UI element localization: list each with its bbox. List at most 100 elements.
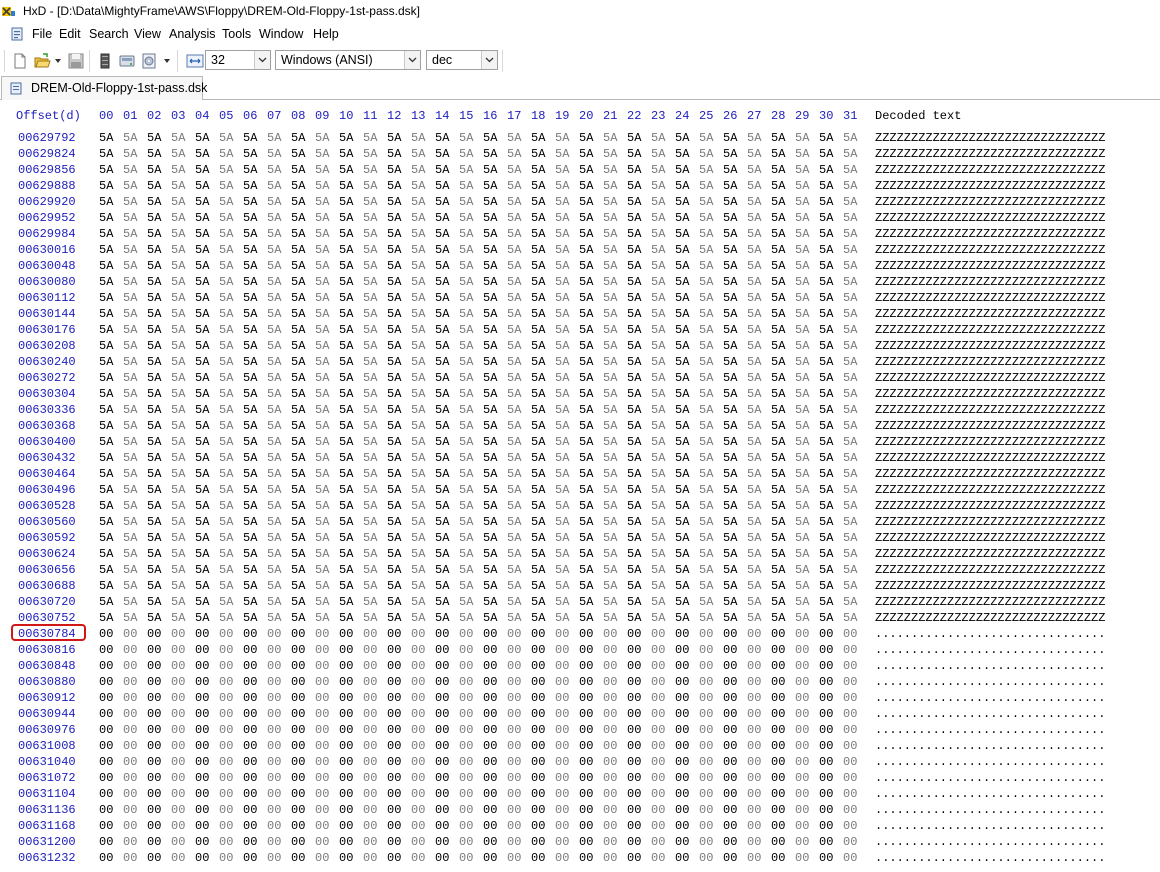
- hex-byte[interactable]: 5A: [195, 146, 209, 162]
- hex-byte[interactable]: 00: [531, 834, 545, 850]
- hex-byte[interactable]: 5A: [99, 594, 113, 610]
- hex-byte[interactable]: 5A: [771, 546, 785, 562]
- hex-byte[interactable]: 00: [699, 802, 713, 818]
- hex-byte[interactable]: 5A: [651, 258, 665, 274]
- hex-byte[interactable]: 5A: [723, 210, 737, 226]
- hex-byte[interactable]: 5A: [579, 434, 593, 450]
- hex-byte[interactable]: 00: [435, 642, 449, 658]
- hex-byte[interactable]: 5A: [555, 386, 569, 402]
- hex-byte[interactable]: 00: [123, 690, 137, 706]
- hex-byte[interactable]: 5A: [651, 450, 665, 466]
- hex-byte[interactable]: 00: [651, 834, 665, 850]
- hex-byte[interactable]: 5A: [723, 242, 737, 258]
- hex-byte[interactable]: 00: [723, 738, 737, 754]
- hex-byte[interactable]: 5A: [195, 530, 209, 546]
- hex-byte[interactable]: 5A: [603, 290, 617, 306]
- hex-byte[interactable]: 5A: [123, 514, 137, 530]
- hex-row[interactable]: 00630080 5A 5A 5A 5A 5A 5A 5A 5A 5A 5A 5A 5A 5A 5A 5A 5A…: [0, 274, 1160, 290]
- hex-byte[interactable]: 00: [579, 802, 593, 818]
- hex-byte[interactable]: 5A: [483, 562, 497, 578]
- hex-byte[interactable]: 00: [339, 818, 353, 834]
- hex-byte[interactable]: 5A: [171, 178, 185, 194]
- hex-byte[interactable]: 5A: [387, 546, 401, 562]
- hex-byte[interactable]: 5A: [627, 498, 641, 514]
- hex-byte[interactable]: 5A: [579, 578, 593, 594]
- hex-byte[interactable]: 5A: [459, 130, 473, 146]
- hex-byte[interactable]: 5A: [579, 306, 593, 322]
- hex-byte[interactable]: 5A: [267, 242, 281, 258]
- hex-byte[interactable]: 00: [171, 642, 185, 658]
- hex-byte[interactable]: 5A: [387, 402, 401, 418]
- hex-byte[interactable]: 5A: [843, 466, 857, 482]
- hex-byte[interactable]: 5A: [339, 562, 353, 578]
- hex-byte[interactable]: 5A: [195, 402, 209, 418]
- hex-byte[interactable]: 00: [411, 770, 425, 786]
- hex-byte[interactable]: 00: [627, 754, 641, 770]
- hex-byte[interactable]: 5A: [579, 498, 593, 514]
- hex-byte[interactable]: 5A: [411, 242, 425, 258]
- hex-byte[interactable]: 5A: [771, 514, 785, 530]
- hex-byte[interactable]: 5A: [531, 402, 545, 418]
- open-file-icon[interactable]: [33, 52, 51, 70]
- hex-byte[interactable]: 00: [747, 786, 761, 802]
- hex-byte[interactable]: 5A: [579, 530, 593, 546]
- hex-byte[interactable]: 5A: [267, 370, 281, 386]
- hex-byte[interactable]: 00: [603, 786, 617, 802]
- hex-byte[interactable]: 5A: [459, 514, 473, 530]
- hex-byte[interactable]: 5A: [147, 322, 161, 338]
- hex-byte[interactable]: 5A: [267, 466, 281, 482]
- hex-byte[interactable]: 5A: [699, 514, 713, 530]
- hex-byte[interactable]: 00: [435, 786, 449, 802]
- hex-byte[interactable]: 5A: [243, 610, 257, 626]
- hex-byte[interactable]: 00: [627, 674, 641, 690]
- hex-byte[interactable]: 00: [243, 722, 257, 738]
- hex-byte[interactable]: 5A: [747, 242, 761, 258]
- hex-byte[interactable]: 5A: [387, 130, 401, 146]
- hex-byte[interactable]: 5A: [675, 498, 689, 514]
- hex-byte[interactable]: 5A: [411, 466, 425, 482]
- hex-byte[interactable]: 5A: [387, 434, 401, 450]
- hex-byte[interactable]: 5A: [747, 258, 761, 274]
- hex-byte[interactable]: 5A: [627, 514, 641, 530]
- hex-byte[interactable]: 00: [555, 642, 569, 658]
- hex-byte[interactable]: 5A: [555, 402, 569, 418]
- hex-byte[interactable]: 00: [771, 674, 785, 690]
- hex-byte[interactable]: 00: [699, 834, 713, 850]
- hex-byte[interactable]: 5A: [771, 322, 785, 338]
- hex-byte[interactable]: 5A: [771, 178, 785, 194]
- decoded-text-cell[interactable]: ZZZZZZZZZZZZZZZZZZZZZZZZZZZZZZZZ: [875, 338, 1105, 354]
- hex-byte[interactable]: 00: [315, 834, 329, 850]
- hex-byte[interactable]: 5A: [843, 210, 857, 226]
- hex-byte[interactable]: 5A: [387, 562, 401, 578]
- hex-byte[interactable]: 5A: [147, 434, 161, 450]
- hex-byte[interactable]: 5A: [315, 482, 329, 498]
- hex-byte[interactable]: 5A: [243, 594, 257, 610]
- hex-byte[interactable]: 00: [291, 786, 305, 802]
- hex-byte[interactable]: 00: [171, 818, 185, 834]
- hex-byte[interactable]: 5A: [267, 162, 281, 178]
- hex-byte[interactable]: 5A: [243, 274, 257, 290]
- hex-byte[interactable]: 5A: [435, 402, 449, 418]
- decoded-text-cell[interactable]: ................................: [875, 690, 1105, 706]
- hex-byte[interactable]: 5A: [675, 418, 689, 434]
- hex-byte[interactable]: 5A: [651, 354, 665, 370]
- hex-byte[interactable]: 00: [195, 818, 209, 834]
- hex-byte[interactable]: 5A: [243, 386, 257, 402]
- hex-byte[interactable]: 00: [411, 850, 425, 866]
- hex-byte[interactable]: 5A: [555, 450, 569, 466]
- hex-byte[interactable]: 5A: [363, 338, 377, 354]
- hex-byte[interactable]: 5A: [219, 162, 233, 178]
- hex-byte[interactable]: 5A: [795, 322, 809, 338]
- hex-row[interactable]: 00630944 00 00 00 00 00 00 00 00 00 00 00 00 00 00 00 00…: [0, 706, 1160, 722]
- hex-byte[interactable]: 5A: [747, 514, 761, 530]
- hex-byte[interactable]: 5A: [675, 562, 689, 578]
- hex-byte[interactable]: 5A: [339, 450, 353, 466]
- hex-byte[interactable]: 00: [123, 770, 137, 786]
- hex-byte[interactable]: 5A: [147, 210, 161, 226]
- hex-byte[interactable]: 00: [579, 754, 593, 770]
- hex-row[interactable]: 00630528 5A 5A 5A 5A 5A 5A 5A 5A 5A 5A 5A 5A 5A 5A 5A 5A…: [0, 498, 1160, 514]
- hex-byte[interactable]: 00: [747, 722, 761, 738]
- hex-byte[interactable]: 00: [819, 818, 833, 834]
- hex-byte[interactable]: 00: [771, 658, 785, 674]
- hex-byte[interactable]: 5A: [339, 338, 353, 354]
